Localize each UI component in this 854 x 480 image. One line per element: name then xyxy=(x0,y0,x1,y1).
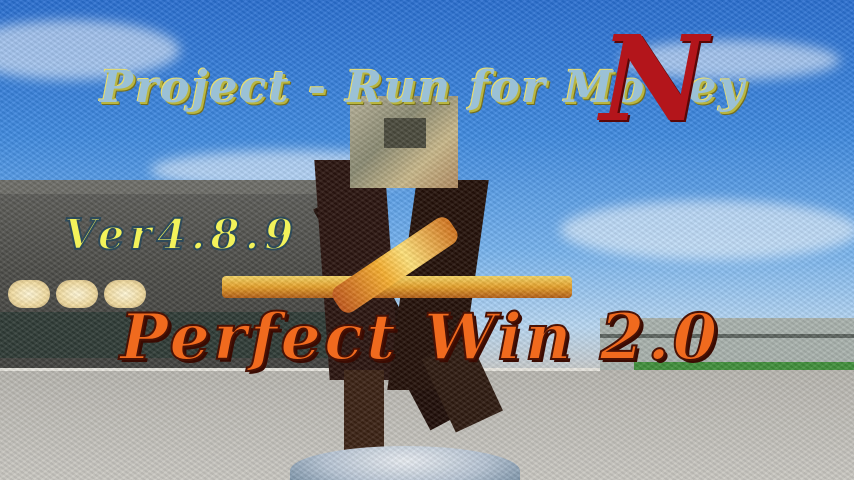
headline-text: Perfect Win 2.0 xyxy=(119,299,721,376)
character-face xyxy=(384,118,426,148)
cloud xyxy=(560,200,854,260)
building-roof xyxy=(0,180,330,194)
version-label: Ver4.8.9 xyxy=(63,209,299,260)
title-emblem: N xyxy=(600,20,720,140)
title-main: Project - Run for Mo xyxy=(100,62,647,113)
title-emblem-letter: N xyxy=(600,9,708,148)
window-light xyxy=(56,280,98,308)
window-light xyxy=(8,280,50,308)
thumbnail-scene: Project - Run for MoNey N Ver4.8.9 Perfe… xyxy=(0,0,854,480)
